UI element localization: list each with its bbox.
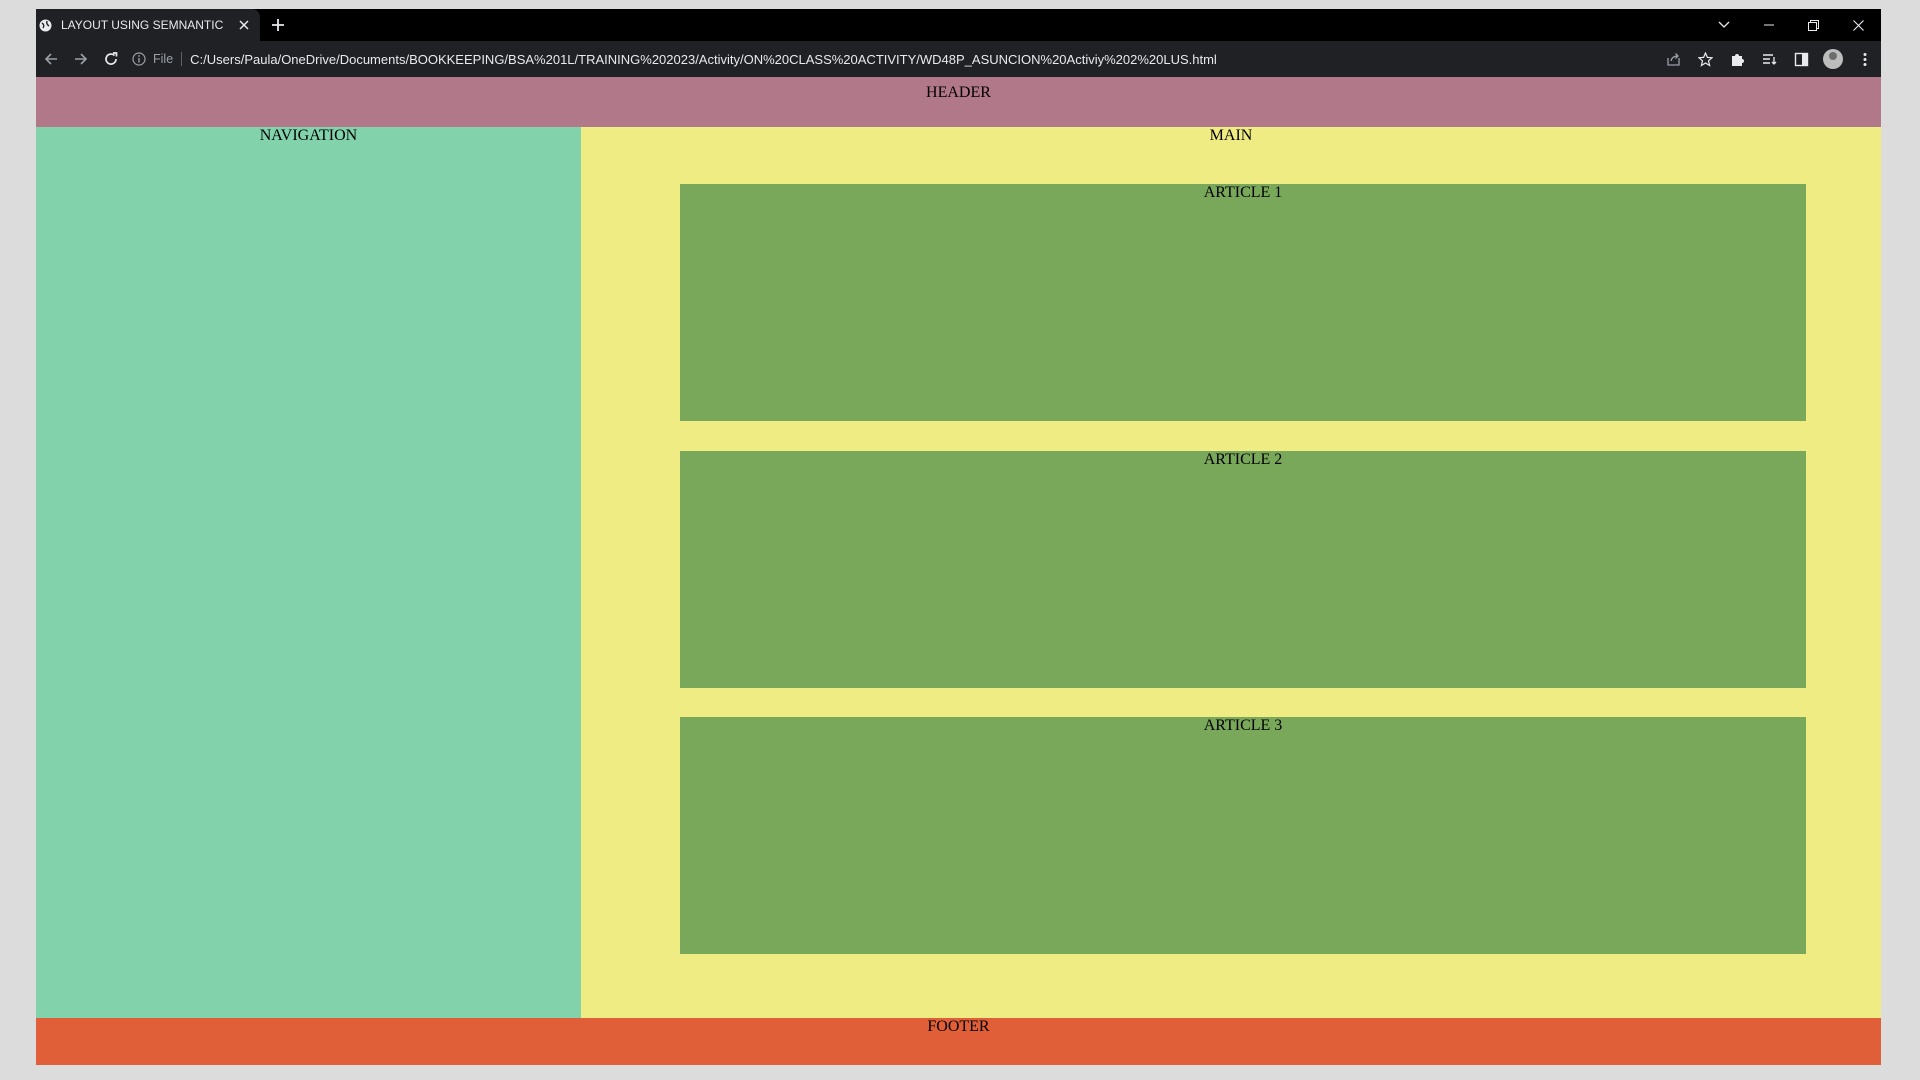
globe-icon xyxy=(38,18,52,32)
avatar xyxy=(1823,49,1843,69)
close-tab-icon[interactable] xyxy=(236,17,252,33)
article-3: ARTICLE 3 xyxy=(680,717,1806,954)
article-label: ARTICLE 2 xyxy=(1203,451,1283,468)
main-label: MAIN xyxy=(1209,127,1253,144)
tab-title: LAYOUT USING SEMNANTIC xyxy=(61,18,224,32)
footer-label: FOOTER xyxy=(927,1018,990,1035)
header-label: HEADER xyxy=(926,84,991,101)
browser-toolbar: File C:/Users/Paula/OneDrive/Documents/B… xyxy=(36,41,1881,77)
close-window-icon[interactable] xyxy=(1836,9,1881,41)
bookmark-star-icon[interactable] xyxy=(1689,43,1721,75)
tab-search-chevron-icon[interactable] xyxy=(1701,9,1746,41)
extensions-puzzle-icon[interactable] xyxy=(1721,43,1753,75)
address-divider xyxy=(181,52,183,66)
address-url[interactable]: C:/Users/Paula/OneDrive/Documents/BOOKKE… xyxy=(190,52,1217,67)
forward-icon[interactable] xyxy=(66,45,96,73)
restore-icon[interactable] xyxy=(1791,9,1836,41)
window-controls xyxy=(1701,9,1881,41)
page-navigation: NAVIGATION xyxy=(36,127,581,1018)
web-page: HEADER NAVIGATION MAIN ARTICLE 1 ARTICLE… xyxy=(36,77,1881,1065)
minimize-icon[interactable] xyxy=(1746,9,1791,41)
toolbar-actions xyxy=(1657,41,1881,77)
more-menu-icon[interactable] xyxy=(1849,43,1881,75)
side-panel-icon[interactable] xyxy=(1785,43,1817,75)
info-icon[interactable] xyxy=(130,50,148,68)
article-2: ARTICLE 2 xyxy=(680,451,1806,688)
page-footer: FOOTER xyxy=(36,1018,1881,1065)
share-icon[interactable] xyxy=(1657,43,1689,75)
address-bar[interactable]: File C:/Users/Paula/OneDrive/Documents/B… xyxy=(122,45,1692,73)
new-tab-icon[interactable] xyxy=(268,15,288,35)
browser-window: LAYOUT USING SEMNANTIC File C:/Users/Pau… xyxy=(36,9,1881,1065)
address-scheme: File xyxy=(153,52,174,66)
article-1: ARTICLE 1 xyxy=(680,184,1806,421)
navigation-label: NAVIGATION xyxy=(259,127,358,144)
tab-strip: LAYOUT USING SEMNANTIC xyxy=(36,9,1881,41)
page-main: MAIN ARTICLE 1 ARTICLE 2 ARTICLE 3 xyxy=(581,127,1881,1018)
back-icon[interactable] xyxy=(36,45,66,73)
page-header: HEADER xyxy=(36,77,1881,127)
reading-list-icon[interactable] xyxy=(1753,43,1785,75)
article-label: ARTICLE 1 xyxy=(1203,184,1283,201)
article-label: ARTICLE 3 xyxy=(1203,717,1283,734)
profile-avatar[interactable] xyxy=(1817,43,1849,75)
active-tab[interactable]: LAYOUT USING SEMNANTIC xyxy=(36,9,260,41)
